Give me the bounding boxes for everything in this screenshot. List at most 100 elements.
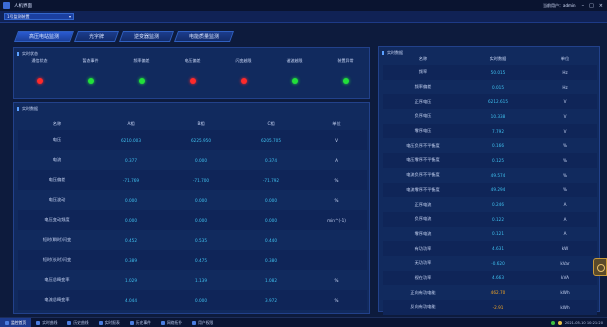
table-row: 视在功率 4.663 kVA (383, 270, 597, 286)
status-indicator: 频率偏差 (118, 58, 166, 84)
cell-a: 4.044 (125, 297, 137, 303)
realtime-data-table: 名称 实时数据 单位 频率 50.015 Hz 频率偏差 0.015 Hz 正序电压 6212… (383, 53, 597, 315)
nav-label: 历史事件 (135, 319, 151, 325)
cell-c: -71.792 (262, 177, 280, 183)
cell-c: 0.000 (265, 197, 277, 203)
cell-c: 0.440 (265, 237, 277, 243)
nav-label: 监控首页 (11, 319, 27, 325)
cell-value: 4.663 (492, 275, 504, 281)
table-row: 电压负序不平衡度 0.166% (383, 138, 597, 153)
close-icon[interactable]: × (599, 3, 603, 9)
cell-a: 0.377 (125, 157, 137, 163)
nav-icon (129, 320, 134, 325)
table-row: 电流负序不平衡度 49.574% (383, 168, 597, 183)
status-led-icon (189, 78, 196, 84)
realtime-data-panel: 实时数据 名称 实时数据 单位 频率 50.015 Hz 频率偏差 0.015 Hz 正序电… (378, 46, 600, 315)
cell-name: 电流零序不平衡度 (406, 186, 440, 192)
table-row: 频率偏差 0.015 Hz (383, 80, 597, 95)
page-tabs: 高压电站监测 光字牌 逆变器监测 电能质量监测 (13, 31, 235, 42)
tab-signal-board[interactable]: 光字牌 (74, 31, 120, 42)
status-dot-icon (557, 320, 562, 325)
cell-c: 3.972 (265, 297, 277, 303)
cell-unit: kWh (560, 304, 570, 310)
cell-c: 0.380 (265, 257, 277, 263)
table-row: 短时(瞬时)闪变 0.452 0.535 0.440 (18, 230, 367, 250)
maximize-icon[interactable]: □ (589, 3, 594, 9)
cell-unit: % (334, 197, 339, 203)
cell-unit: min^(-1) (327, 217, 346, 223)
cell-b: 0.475 (195, 257, 207, 263)
table-row: 电流 0.377 0.000 0.374 A (18, 150, 367, 170)
cell-unit: A (563, 202, 567, 208)
status-panel: 实时状态 通信状态 暂态事件 频率偏差 电压偏差 闪变越限 谐波越限 装置异常 (13, 47, 370, 99)
table-row: 负序电压 10.338 V (383, 109, 597, 124)
col-header-name: 名称 (52, 120, 62, 126)
status-label: 频率偏差 (133, 58, 150, 63)
col-header-value: 实时数据 (489, 56, 507, 61)
cell-value: 6212.615 (488, 99, 508, 105)
cell-name: 电压零序不平衡度 (406, 157, 440, 163)
status-label: 通信状态 (31, 58, 48, 63)
status-led-icon (342, 78, 349, 84)
app-title: 人机界面 (14, 3, 32, 9)
col-header-c: C相 (267, 120, 275, 126)
status-label: 电压偏差 (184, 58, 201, 63)
cell-value: 0.122 (492, 216, 504, 222)
table-row: 电流零序不平衡度 49.294% (383, 182, 597, 198)
cell-c: 0.374 (265, 157, 277, 163)
status-panel-title: 实时状态 (17, 51, 38, 56)
tab-hv-station[interactable]: 高压电站监测 (13, 31, 75, 42)
cell-value: 462.70 (490, 290, 506, 296)
cell-unit: kW (561, 246, 569, 252)
cell-unit: % (334, 177, 339, 183)
phase-data-panel-title: 实时数据 (17, 106, 38, 111)
cell-unit: A (563, 231, 567, 237)
status-label: 谐波越限 (286, 58, 303, 63)
cell-value: 7.792 (492, 128, 504, 134)
device-select[interactable]: 1号监测装置 ▾ (4, 13, 74, 20)
cell-value: 0.166 (492, 143, 504, 149)
phase-data-table: 名称 A相 B相 C相 单位 电压 6210.003 6225.950 6205.70… (18, 117, 367, 310)
cell-unit (306, 230, 367, 250)
floating-assistant-icon[interactable] (593, 258, 607, 276)
status-label: 闪变越限 (235, 58, 252, 63)
table-row: 正序电压 6212.615 V (383, 94, 597, 110)
cell-b: -71.700 (192, 177, 210, 183)
table-row: 电流总畸变率 4.044 0.000 3.972% (18, 290, 367, 310)
table-row: 电压波动 0.000 0.000 0.000% (18, 190, 367, 210)
cell-unit (306, 250, 367, 270)
table-row: 电压总畸变率 1.029 1.139 1.082% (18, 270, 367, 290)
status-indicator: 谐波越限 (271, 58, 319, 84)
cell-value: -2.91 (492, 304, 504, 310)
table-row: 短时(长时)闪变 0.389 0.475 0.380 (18, 250, 367, 270)
table-row: 频率 50.015 Hz (383, 65, 597, 80)
table-row: 负序电流 0.122 A (383, 211, 597, 227)
status-indicator: 闪变越限 (220, 58, 268, 84)
cell-b: 0.000 (195, 217, 207, 223)
cell-name: 零序电流 (414, 230, 432, 236)
cell-unit: V (563, 128, 567, 134)
minimize-icon[interactable]: – (582, 3, 585, 9)
cell-a: 0.452 (125, 237, 137, 243)
current-user: 当前用户：admin (543, 2, 576, 8)
status-indicator: 装置异常 (322, 58, 370, 84)
cell-unit: kWh (560, 290, 570, 296)
system-status: 2021-05-10 10:21:20 (550, 320, 603, 325)
cell-unit: % (563, 172, 567, 178)
cell-name: 电流负序不平衡度 (406, 172, 440, 178)
tab-power-quality[interactable]: 电能质量监测 (174, 31, 235, 42)
cell-c: 1.082 (265, 277, 277, 283)
cell-name: 无功功率 (414, 260, 432, 266)
cell-value: 49.294 (490, 187, 506, 193)
cell-name: 视在功率 (414, 274, 432, 280)
cell-unit: V (335, 137, 338, 143)
table-row: 有功功率 4.631 kW (383, 241, 597, 256)
col-header-b: B相 (197, 120, 205, 126)
cell-value: -0.620 (491, 260, 505, 266)
tab-inverter[interactable]: 逆变器监测 (119, 31, 175, 42)
cell-name: 零序电压 (414, 128, 432, 134)
col-header-unit: 单位 (332, 120, 341, 126)
table-row: 零序电流 0.121 A (383, 227, 597, 242)
cell-name: 电流总畸变率 (44, 297, 70, 302)
cell-name: 负序电压 (414, 113, 432, 119)
